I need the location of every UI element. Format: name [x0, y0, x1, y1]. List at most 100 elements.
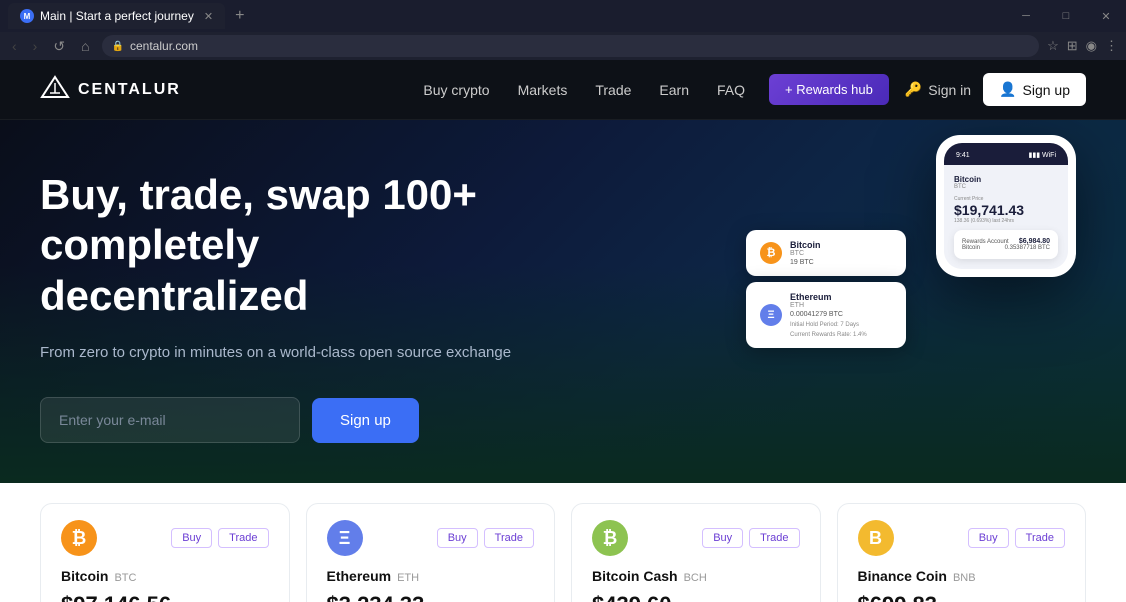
bnb-price-row: $699.83 +1.32%	[858, 592, 1066, 602]
extensions-icon[interactable]: ⊞	[1067, 38, 1078, 54]
eth-rewards-rate: Current Rewards Rate: 1.4%	[790, 332, 867, 338]
bnb-icon: B	[858, 520, 894, 556]
menu-icon[interactable]: ⋮	[1105, 38, 1118, 54]
refresh-button[interactable]: ↺	[49, 36, 69, 57]
price-cards-list: ₿ Buy Trade Bitcoin BTC $97,146.56 +2.14…	[40, 503, 1086, 602]
rewards-val: $6,984.80	[1019, 238, 1050, 245]
bnb-trade-btn[interactable]: Trade	[1015, 528, 1065, 548]
tab-close-btn[interactable]: ✕	[204, 10, 213, 23]
auth-buttons: 🔑 Sign in 👤 Sign up	[905, 73, 1086, 106]
email-input[interactable]	[40, 397, 300, 443]
bnb-name: Binance Coin	[858, 568, 947, 584]
rewards-row: Rewards Account $6,984.80	[962, 238, 1050, 245]
user-icon: 👤	[999, 81, 1016, 98]
btc-price: $97,146.56	[61, 592, 171, 602]
tab-bar: M Main | Start a perfect journey ✕ + ─ □…	[0, 0, 1126, 32]
rewards-label: Rewards Account	[962, 239, 1009, 245]
bch-sym: BCH	[684, 572, 707, 584]
eth-hold-period: Initial Hold Period: 7 Days	[790, 322, 867, 328]
eth-float-name: Ethereum	[790, 292, 867, 302]
phone-time: 9:41	[956, 152, 970, 159]
nav-earn[interactable]: Earn	[659, 82, 689, 98]
rewards-sub-row: Bitcoin 0.35387718 BTC	[962, 245, 1050, 251]
eth-sym: ETH	[397, 572, 419, 584]
phone-status: ▮▮▮ WiFi	[1029, 151, 1057, 159]
eth-trade-btn[interactable]: Trade	[484, 528, 534, 548]
phone-rewards-card: Rewards Account $6,984.80 Bitcoin 0.3538…	[954, 230, 1058, 259]
active-tab[interactable]: M Main | Start a perfect journey ✕	[8, 3, 225, 29]
phone-mockup-main: 9:41 ▮▮▮ WiFi Bitcoin BTC Current Price …	[936, 135, 1076, 277]
bch-name: Bitcoin Cash	[592, 568, 678, 584]
eth-float-info: Ethereum ETH 0.00041279 BTC Initial Hold…	[790, 292, 867, 338]
sign-in-button[interactable]: 🔑 Sign in	[905, 81, 971, 98]
logo-text: CENTALUR	[78, 81, 181, 99]
logo[interactable]: CENTALUR	[40, 75, 181, 105]
bch-icon: ₿	[592, 520, 628, 556]
bch-price-card: ₿ Buy Trade Bitcoin Cash BCH $439.60 +1.…	[571, 503, 821, 602]
bch-name-row: Bitcoin Cash BCH	[592, 568, 800, 584]
eth-card-actions: Buy Trade	[437, 528, 534, 548]
eth-float-amount: 0.00041279 BTC	[790, 311, 867, 318]
eth-icon: Ξ	[327, 520, 363, 556]
phone-price: $19,741.43	[954, 202, 1058, 218]
maximize-button[interactable]: □	[1046, 0, 1086, 32]
eth-price: $3,234.33	[327, 592, 425, 602]
forward-button[interactable]: ›	[29, 36, 42, 56]
tab-title: Main | Start a perfect journey	[40, 9, 194, 23]
eth-buy-btn[interactable]: Buy	[437, 528, 478, 548]
hero-subtitle: From zero to crypto in minutes on a worl…	[40, 341, 520, 365]
ethereum-float-card: Ξ Ethereum ETH 0.00041279 BTC Initial Ho…	[746, 282, 906, 348]
nav-faq[interactable]: FAQ	[717, 82, 745, 98]
rewards-hub-button[interactable]: + Rewards hub	[769, 74, 889, 105]
eth-card-top: Ξ Buy Trade	[327, 520, 535, 556]
eth-name-row: Ethereum ETH	[327, 568, 535, 584]
close-button[interactable]: ✕	[1086, 0, 1126, 32]
sign-up-button[interactable]: 👤 Sign up	[983, 73, 1086, 106]
bnb-buy-btn[interactable]: Buy	[968, 528, 1009, 548]
new-tab-button[interactable]: +	[229, 7, 250, 25]
btc-trade-btn[interactable]: Trade	[218, 528, 268, 548]
eth-float-sym: ETH	[790, 302, 867, 309]
main-nav: Buy crypto Markets Trade Earn FAQ	[423, 82, 745, 98]
btc-float-icon: ₿	[760, 242, 782, 264]
tab-favicon: M	[20, 9, 34, 23]
nav-trade[interactable]: Trade	[595, 82, 631, 98]
hero-form: Sign up	[40, 397, 520, 443]
phone-screen: 9:41 ▮▮▮ WiFi Bitcoin BTC Current Price …	[944, 143, 1068, 269]
btc-buy-btn[interactable]: Buy	[171, 528, 212, 548]
nav-markets[interactable]: Markets	[518, 82, 568, 98]
eth-name: Ethereum	[327, 568, 392, 584]
hero-title: Buy, trade, swap 100+ completely decentr…	[40, 170, 520, 321]
back-button[interactable]: ‹	[8, 36, 21, 56]
btc-price-card: ₿ Buy Trade Bitcoin BTC $97,146.56 +2.14…	[40, 503, 290, 602]
price-section: ₿ Buy Trade Bitcoin BTC $97,146.56 +2.14…	[0, 483, 1126, 602]
phone-coin-sym: BTC	[954, 184, 1058, 190]
address-bar[interactable]: 🔒 centalur.com	[102, 35, 1040, 57]
profile-icon[interactable]: ◉	[1086, 38, 1097, 54]
bnb-sym: BNB	[953, 572, 976, 584]
rewards-btc: 0.35387718 BTC	[1005, 245, 1050, 251]
btc-float-info: Bitcoin BTC 19 BTC	[790, 240, 821, 266]
bch-card-actions: Buy Trade	[702, 528, 799, 548]
site-header: CENTALUR Buy crypto Markets Trade Earn F…	[0, 60, 1126, 120]
nav-buy-crypto[interactable]: Buy crypto	[423, 82, 489, 98]
bitcoin-float-card: ₿ Bitcoin BTC 19 BTC	[746, 230, 906, 276]
home-button[interactable]: ⌂	[77, 36, 93, 56]
btc-name-row: Bitcoin BTC	[61, 568, 269, 584]
bookmark-icon[interactable]: ☆	[1047, 38, 1059, 54]
btc-price-row: $97,146.56 +2.14%	[61, 592, 269, 602]
btc-card-top: ₿ Buy Trade	[61, 520, 269, 556]
bch-buy-btn[interactable]: Buy	[702, 528, 743, 548]
bch-trade-btn[interactable]: Trade	[749, 528, 799, 548]
eth-price-row: $3,234.33 +1.60%	[327, 592, 535, 602]
minimize-button[interactable]: ─	[1006, 0, 1046, 32]
eth-float-icon: Ξ	[760, 304, 782, 326]
bnb-price: $699.83	[858, 592, 938, 602]
btc-float-name: Bitcoin	[790, 240, 821, 250]
bnb-card-actions: Buy Trade	[968, 528, 1065, 548]
btc-sym: BTC	[114, 572, 136, 584]
phone-coin-name: Bitcoin	[954, 175, 1058, 184]
signup-hero-button[interactable]: Sign up	[312, 398, 419, 443]
nav-bar: ‹ › ↺ ⌂ 🔒 centalur.com ☆ ⊞ ◉ ⋮	[0, 32, 1126, 60]
phone-top-bar: 9:41 ▮▮▮ WiFi	[944, 143, 1068, 165]
